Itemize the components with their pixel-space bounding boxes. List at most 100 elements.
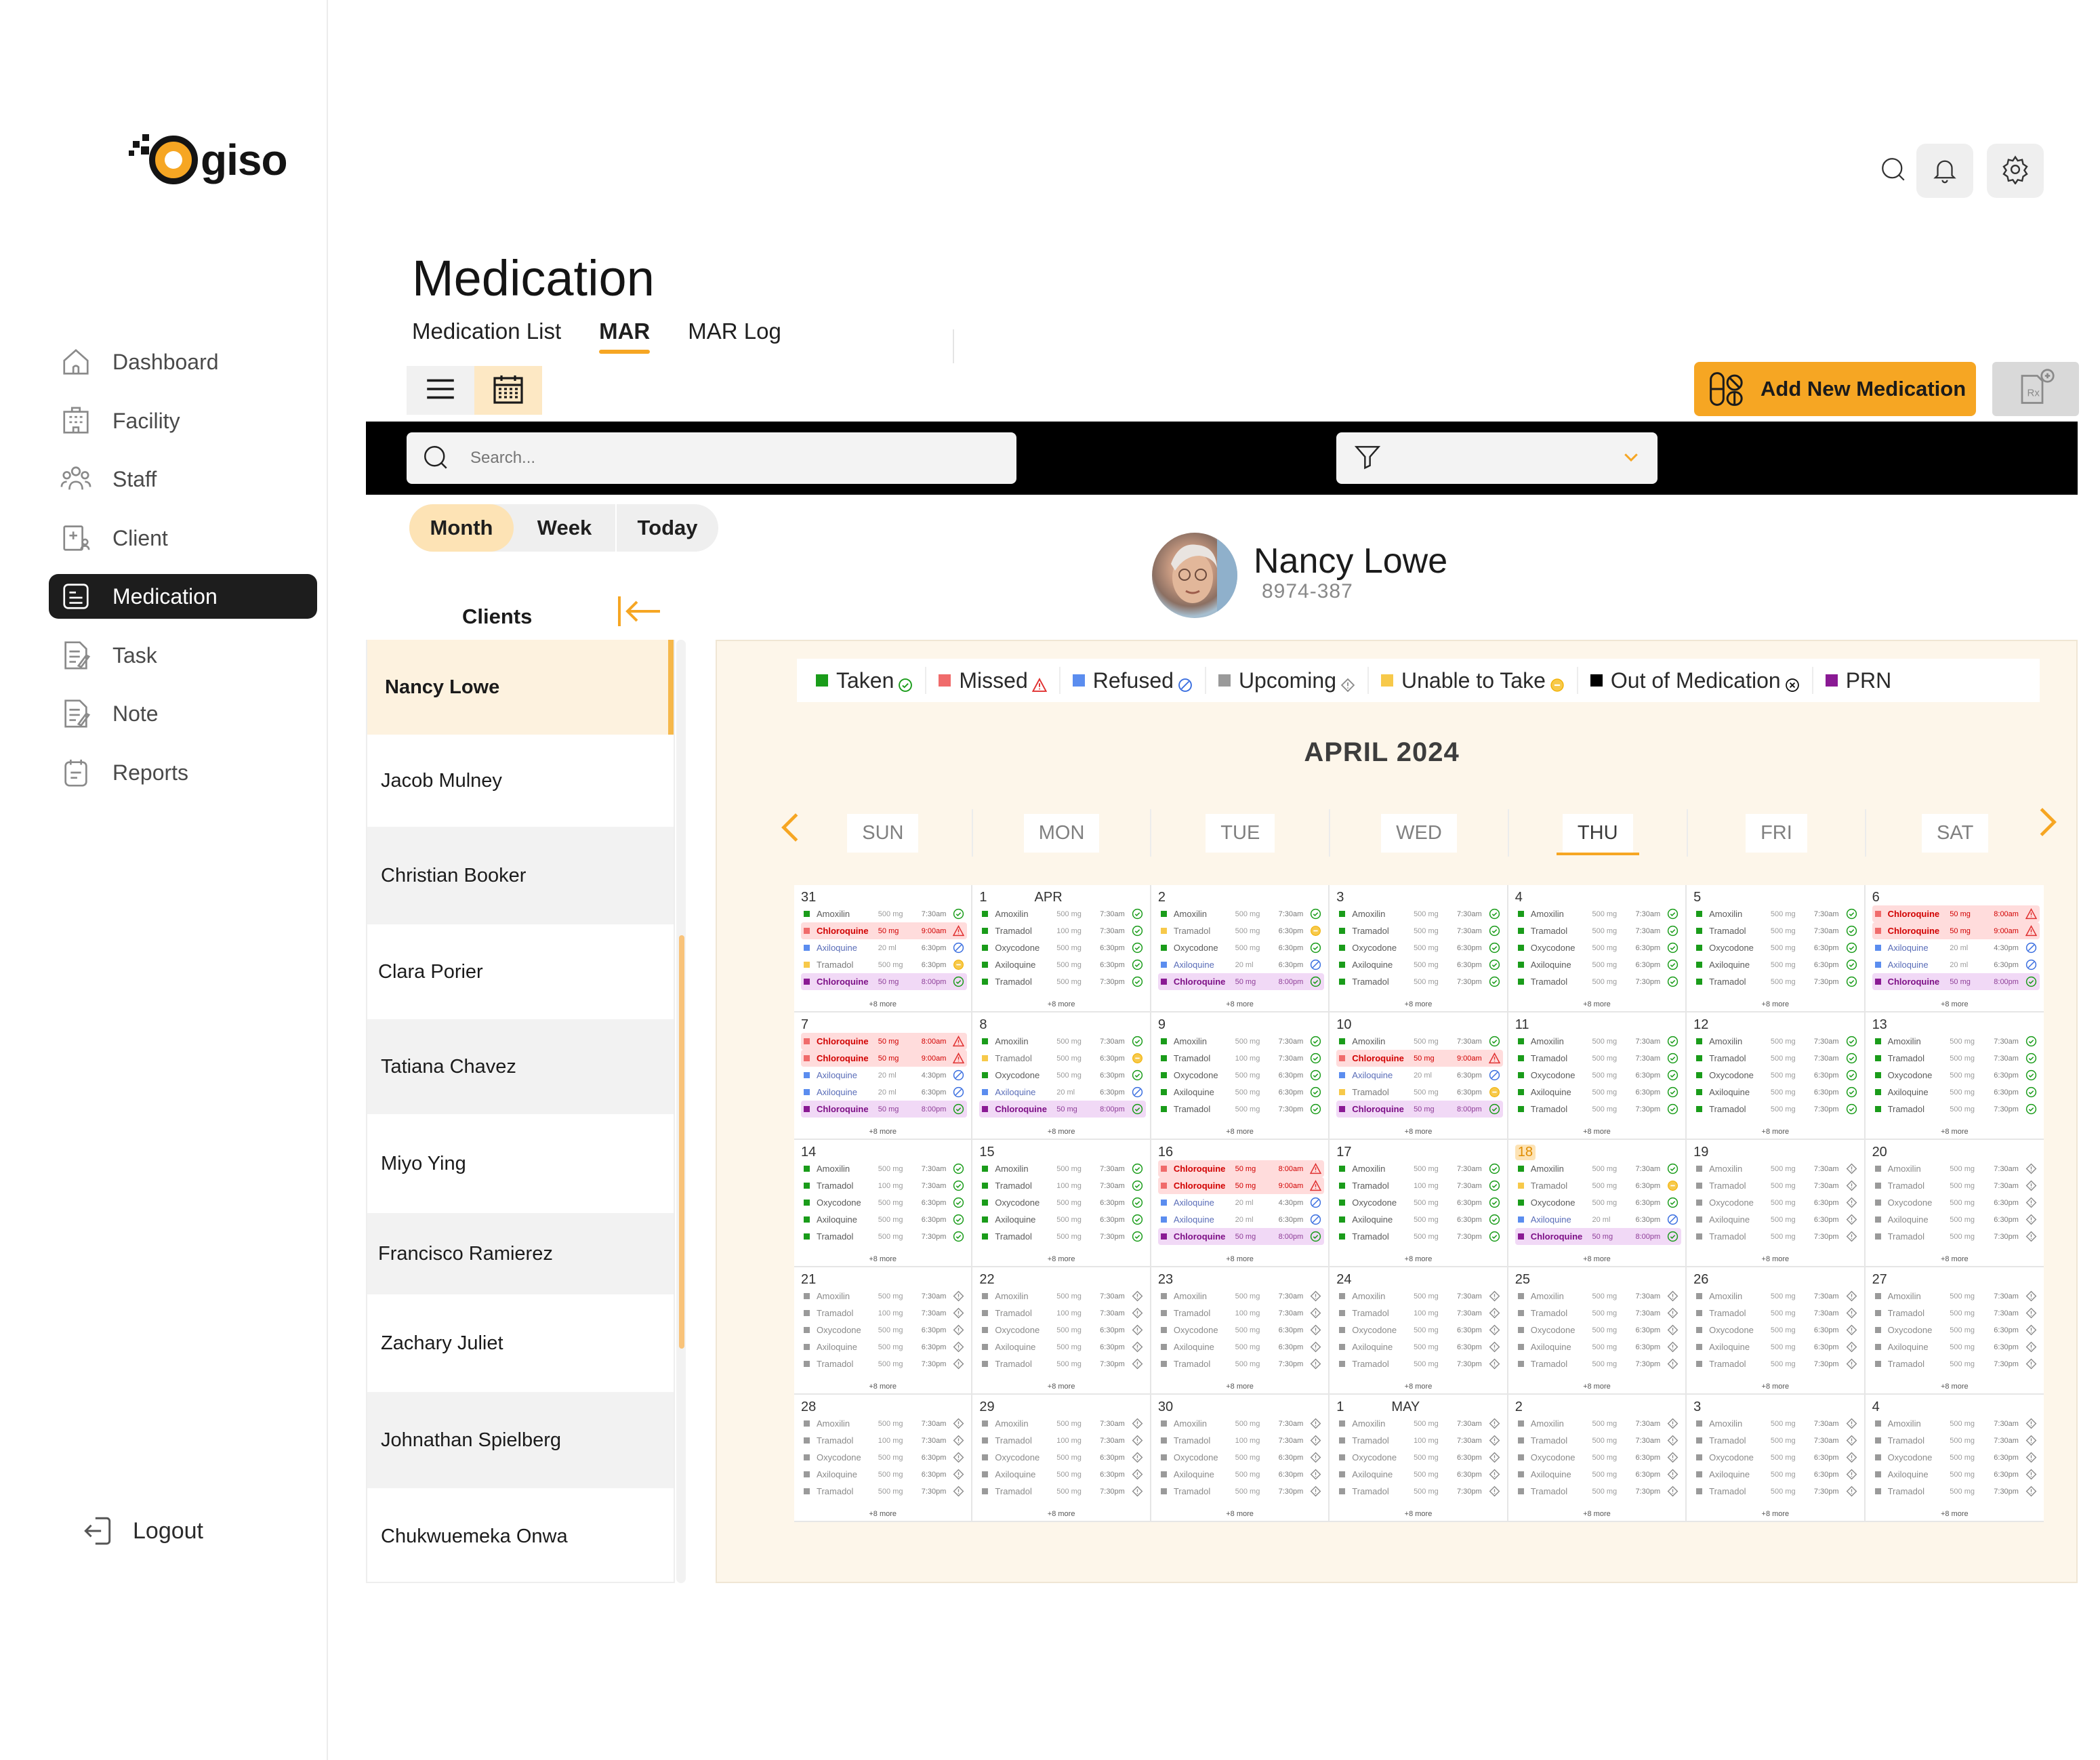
medication-entry[interactable]: Tramadol 500 mg 7:30pm xyxy=(1158,1355,1324,1372)
medication-entry[interactable]: Axiloquine 500 mg 6:30pm xyxy=(1336,1211,1502,1228)
more-link[interactable]: +8 more xyxy=(1687,1510,1864,1518)
calendar-day-cell[interactable]: 16 Chloroquine 50 mg 8:00am Chloroquine 50 mg… xyxy=(1151,1140,1330,1267)
medication-entry[interactable]: Chloroquine 50 mg 8:00am xyxy=(801,1033,968,1050)
settings-button[interactable] xyxy=(1987,144,2044,198)
more-link[interactable]: +8 more xyxy=(972,1383,1149,1391)
medication-entry[interactable]: Oxycodone 500 mg 6:30pm xyxy=(1336,939,1502,956)
medication-entry[interactable]: Chloroquine 50 mg 8:00pm xyxy=(1157,973,1325,990)
more-link[interactable]: +8 more xyxy=(1330,1255,1506,1263)
medication-entry[interactable]: Amoxilin 500 mg 7:30am xyxy=(801,1288,967,1305)
calendar-day-cell[interactable]: 10 Amoxilin 500 mg 7:30am Chloroquine 50 mg 9:… xyxy=(1330,1012,1508,1140)
medication-entry[interactable]: Tramadol 100 mg 7:30am xyxy=(979,1177,1145,1194)
medication-entry[interactable]: Tramadol 100 mg 7:30am xyxy=(1158,1050,1324,1067)
calendar-day-cell[interactable]: 25 Amoxilin 500 mg 7:30am Tramadol 500 mg 7:30… xyxy=(1508,1267,1687,1395)
calendar-day-cell[interactable]: 4 Amoxilin 500 mg 7:30am Tramadol 500 mg 7:30a… xyxy=(1865,1395,2044,1522)
medication-entry[interactable]: Tramadol 100 mg 7:30am xyxy=(979,1432,1145,1449)
more-link[interactable]: +8 more xyxy=(972,1000,1149,1008)
calendar-day-cell[interactable]: 2 Amoxilin 500 mg 7:30am Tramadol 500 mg 7:30a… xyxy=(1508,1395,1687,1522)
medication-entry[interactable]: Axiloquine 500 mg 6:30pm xyxy=(1872,1211,2040,1228)
medication-entry[interactable]: Tramadol 500 mg 7:30am xyxy=(1872,1432,2040,1449)
more-link[interactable]: +8 more xyxy=(1508,1255,1685,1263)
medication-entry[interactable]: Tramadol 500 mg 6:30pm xyxy=(1336,1084,1502,1101)
medication-entry[interactable]: Chloroquine 50 mg 8:00pm xyxy=(979,1101,1146,1118)
medication-entry[interactable]: Tramadol 100 mg 7:30am xyxy=(1158,1432,1324,1449)
medication-entry[interactable]: Tramadol 500 mg 6:30pm xyxy=(1158,922,1324,939)
medication-entry[interactable]: Axiloquine 500 mg 6:30pm xyxy=(1336,1338,1502,1355)
more-link[interactable]: +8 more xyxy=(1866,1510,2044,1518)
medication-entry[interactable]: Oxycodone 500 mg 6:30pm xyxy=(1693,1322,1859,1338)
medication-entry[interactable]: Tramadol 500 mg 7:30am xyxy=(1336,922,1502,939)
medication-entry[interactable]: Tramadol 500 mg 7:30pm xyxy=(1693,1355,1859,1372)
medication-entry[interactable]: Oxycodone 500 mg 6:30pm xyxy=(1158,939,1324,956)
medication-entry[interactable]: Tramadol 500 mg 7:30am xyxy=(1515,1432,1681,1449)
more-link[interactable]: +8 more xyxy=(1151,1510,1328,1518)
medication-entry[interactable]: Tramadol 500 mg 7:30pm xyxy=(1336,1483,1502,1500)
medication-entry[interactable]: Oxycodone 500 mg 6:30pm xyxy=(979,1322,1145,1338)
medication-entry[interactable]: Axiloquine 500 mg 6:30pm xyxy=(1158,1338,1324,1355)
client-list-item[interactable]: Clara Porier xyxy=(367,924,674,1019)
sidebar-item-medication[interactable]: Medication xyxy=(49,574,317,619)
medication-entry[interactable]: Tramadol 100 mg 7:30am xyxy=(1336,1432,1502,1449)
medication-entry[interactable]: Tramadol 500 mg 7:30pm xyxy=(1872,1101,2040,1118)
more-link[interactable]: +8 more xyxy=(794,1128,971,1136)
calendar-day-cell[interactable]: 22 Amoxilin 500 mg 7:30am Tramadol 100 mg 7:30… xyxy=(972,1267,1151,1395)
medication-entry[interactable]: Axiloquine 20 ml 6:30pm xyxy=(801,939,967,956)
medication-entry[interactable]: Tramadol 500 mg 6:30pm xyxy=(1515,1177,1681,1194)
medication-entry[interactable]: Axiloquine 500 mg 6:30pm xyxy=(979,1211,1145,1228)
medication-entry[interactable]: Tramadol 500 mg 7:30pm xyxy=(1336,1355,1502,1372)
medication-entry[interactable]: Tramadol 500 mg 7:30am xyxy=(1693,1177,1859,1194)
more-link[interactable]: +8 more xyxy=(1687,1383,1864,1391)
medication-entry[interactable]: Amoxilin 500 mg 7:30am xyxy=(1336,1415,1502,1432)
calendar-day-cell[interactable]: 19 Amoxilin 500 mg 7:30am Tramadol 500 mg 7:30… xyxy=(1687,1140,1866,1267)
medication-entry[interactable]: Tramadol 500 mg 7:30am xyxy=(1872,1305,2040,1322)
medication-entry[interactable]: Amoxilin 500 mg 7:30am xyxy=(979,905,1145,922)
medication-entry[interactable]: Tramadol 500 mg 7:30pm xyxy=(1336,973,1502,990)
medication-entry[interactable]: Axiloquine 20 ml 6:30pm xyxy=(1158,1211,1324,1228)
medication-entry[interactable]: Amoxilin 500 mg 7:30am xyxy=(1872,1160,2040,1177)
medication-entry[interactable]: Tramadol 500 mg 7:30am xyxy=(1515,1050,1681,1067)
medication-entry[interactable]: Amoxilin 500 mg 7:30am xyxy=(1515,1033,1681,1050)
medication-entry[interactable]: Axiloquine 20 ml 6:30pm xyxy=(1158,956,1324,973)
search-input[interactable] xyxy=(470,449,945,468)
medication-entry[interactable]: Amoxilin 500 mg 7:30am xyxy=(979,1415,1145,1432)
calendar-day-cell[interactable]: 3 Amoxilin 500 mg 7:30am Tramadol 500 mg 7:30a… xyxy=(1687,1395,1866,1522)
sidebar-item-task[interactable]: Task xyxy=(49,633,317,678)
medication-entry[interactable]: Tramadol 100 mg 7:30am xyxy=(801,1177,967,1194)
medication-entry[interactable]: Axiloquine 20 ml 6:30pm xyxy=(1515,1211,1681,1228)
medication-entry[interactable]: Amoxilin 500 mg 7:30am xyxy=(979,1033,1145,1050)
client-list-item[interactable]: Chukwuemeka Onwa xyxy=(367,1488,674,1582)
list-view-button[interactable] xyxy=(407,366,474,415)
medication-entry[interactable]: Oxycodone 500 mg 6:30pm xyxy=(1336,1449,1502,1466)
medication-entry[interactable]: Amoxilin 500 mg 7:30am xyxy=(1693,1160,1859,1177)
medication-entry[interactable]: Amoxilin 500 mg 7:30am xyxy=(1693,1415,1859,1432)
more-link[interactable]: +8 more xyxy=(1866,1128,2044,1136)
medication-entry[interactable]: Chloroquine 50 mg 8:00am xyxy=(1872,905,2040,922)
medication-entry[interactable]: Axiloquine 500 mg 6:30pm xyxy=(1515,1466,1681,1483)
more-link[interactable]: +8 more xyxy=(794,1255,971,1263)
medication-entry[interactable]: Tramadol 100 mg 7:30am xyxy=(1336,1305,1502,1322)
sidebar-item-staff[interactable]: Staff xyxy=(49,457,317,502)
calendar-day-cell[interactable]: 20 Amoxilin 500 mg 7:30am Tramadol 500 mg 7:30… xyxy=(1865,1140,2044,1267)
medication-entry[interactable]: Amoxilin 500 mg 7:30am xyxy=(1158,1415,1324,1432)
more-link[interactable]: +8 more xyxy=(1866,1255,2044,1263)
calendar-day-cell[interactable]: 2 Amoxilin 500 mg 7:30am Tramadol 500 mg 6:30p… xyxy=(1151,885,1330,1012)
medication-entry[interactable]: Axiloquine 20 ml 6:30pm xyxy=(979,1084,1145,1101)
medication-entry[interactable]: Axiloquine 20 ml 6:30pm xyxy=(801,1084,967,1101)
medication-entry[interactable]: Tramadol 500 mg 7:30pm xyxy=(1336,1228,1502,1245)
period-week-button[interactable]: Week xyxy=(514,504,615,552)
medication-entry[interactable]: Amoxilin 500 mg 7:30am xyxy=(1515,905,1681,922)
more-link[interactable]: +8 more xyxy=(1508,1128,1685,1136)
medication-entry[interactable]: Tramadol 100 mg 7:30am xyxy=(801,1305,967,1322)
more-link[interactable]: +8 more xyxy=(1151,1000,1328,1008)
medication-entry[interactable]: Axiloquine 500 mg 6:30pm xyxy=(1336,1466,1502,1483)
medication-entry[interactable]: Chloroquine 50 mg 9:00am xyxy=(1336,1050,1503,1067)
medication-entry[interactable]: Axiloquine 500 mg 6:30pm xyxy=(1158,1084,1324,1101)
calendar-day-cell[interactable]: 17 Amoxilin 500 mg 7:30am Tramadol 100 mg 7:30… xyxy=(1330,1140,1508,1267)
more-link[interactable]: +8 more xyxy=(1866,1000,2044,1008)
medication-entry[interactable]: Tramadol 500 mg 7:30pm xyxy=(1158,1101,1324,1118)
more-link[interactable]: +8 more xyxy=(972,1128,1149,1136)
medication-entry[interactable]: Axiloquine 500 mg 6:30pm xyxy=(1158,1466,1324,1483)
medication-entry[interactable]: Tramadol 500 mg 6:30pm xyxy=(979,1050,1145,1067)
calendar-day-cell[interactable]: 9 Amoxilin 500 mg 7:30am Tramadol 100 mg 7:30a… xyxy=(1151,1012,1330,1140)
medication-entry[interactable]: Amoxilin 500 mg 7:30am xyxy=(801,1415,967,1432)
